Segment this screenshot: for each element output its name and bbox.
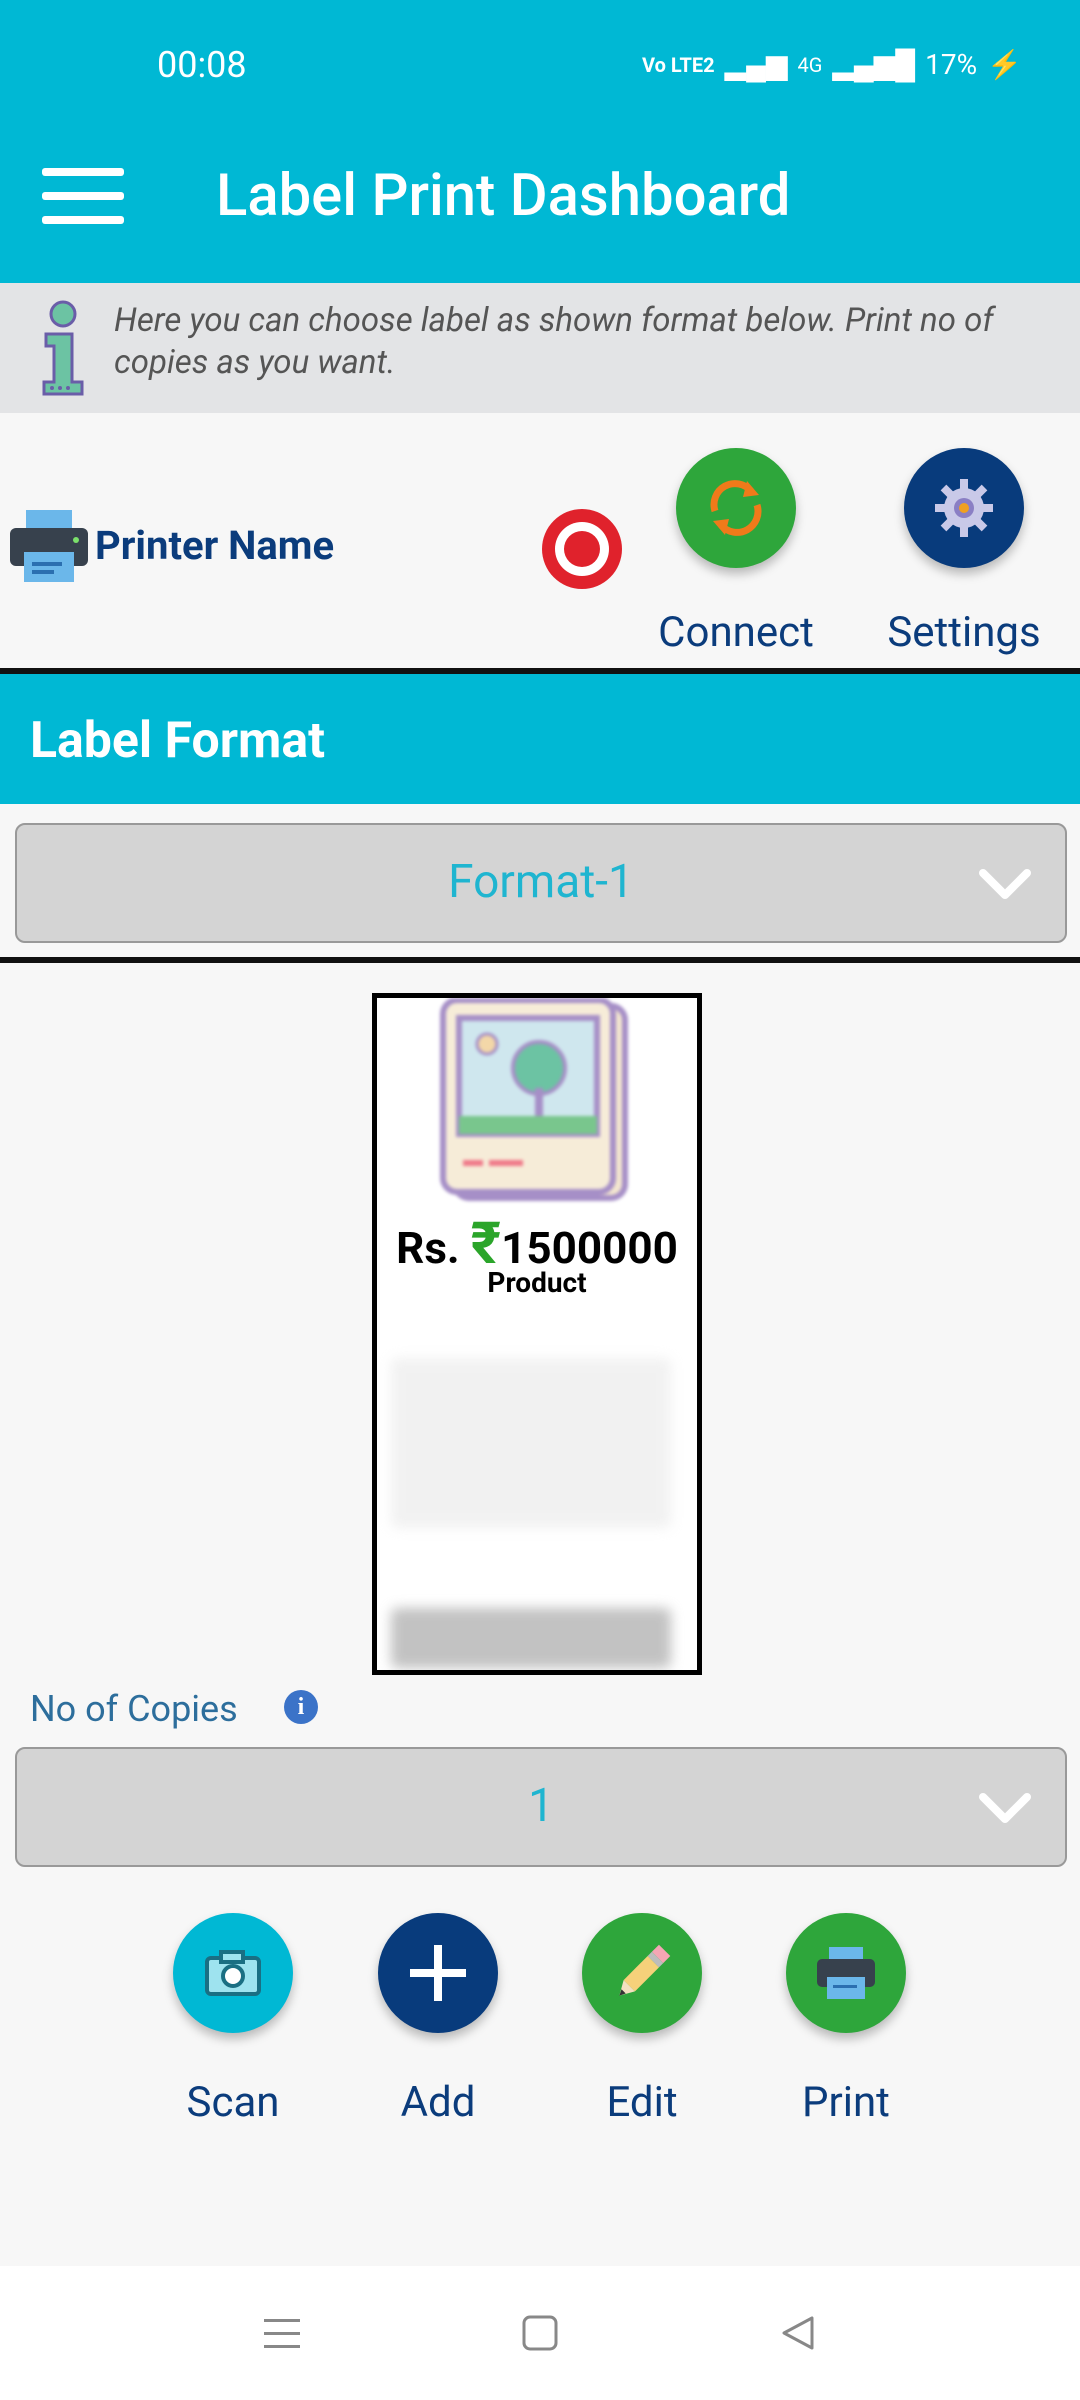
redacted-content	[391, 1358, 671, 1528]
format-select-value: Format-1	[448, 855, 634, 909]
chevron-down-icon	[979, 869, 1031, 899]
format-select[interactable]: Format-1	[15, 823, 1067, 943]
connect-label: Connect	[658, 608, 814, 657]
printer-name-label: Printer Name	[95, 522, 335, 569]
plus-icon	[410, 1945, 466, 2001]
settings-label: Settings	[887, 608, 1041, 657]
connect-button[interactable]	[676, 448, 796, 568]
copies-select[interactable]: 1	[15, 1747, 1067, 1867]
camera-icon	[205, 1950, 261, 1996]
divider	[0, 957, 1080, 963]
back-icon[interactable]	[778, 2314, 816, 2352]
settings-button[interactable]	[904, 448, 1024, 568]
print-label: Print	[802, 2078, 890, 2127]
home-icon[interactable]	[521, 2314, 559, 2352]
product-label: Product	[487, 1266, 587, 1299]
scan-button[interactable]	[173, 1913, 293, 2033]
printer-icon	[817, 1947, 875, 1999]
info-icon[interactable]: i	[284, 1690, 318, 1724]
page-title: Label Print Dashboard	[216, 162, 791, 230]
scan-label: Scan	[186, 2078, 280, 2127]
product-image-icon	[440, 998, 628, 1201]
chevron-down-icon	[979, 1793, 1031, 1823]
status-icons: Vo LTE2 ▂▄▆ 4G ▂▄▆█ 17% ⚡	[642, 48, 1022, 81]
redacted-barcode	[391, 1608, 671, 1668]
pencil-icon	[619, 1944, 671, 1996]
hamburger-menu-icon[interactable]	[42, 168, 124, 228]
signal-icon-2: ▂▄▆█	[832, 48, 916, 81]
battery-label: 17%	[925, 48, 978, 81]
recents-icon[interactable]	[262, 2316, 302, 2352]
add-button[interactable]	[378, 1913, 498, 2033]
refresh-icon	[710, 480, 762, 536]
status-time: 00:08	[157, 44, 247, 86]
edit-button[interactable]	[582, 1913, 702, 2033]
info-text: Here you can choose label as shown forma…	[114, 301, 994, 382]
charging-icon: ⚡	[987, 48, 1022, 81]
gear-icon	[935, 479, 993, 537]
network-label: Vo LTE2	[642, 52, 715, 77]
print-button[interactable]	[786, 1913, 906, 2033]
data-label: 4G	[797, 52, 823, 77]
app-header	[0, 0, 1080, 283]
printer-icon	[10, 510, 88, 582]
edit-label: Edit	[606, 2078, 678, 2127]
label-preview: Rs. ₹1500000 Product	[372, 993, 702, 1675]
copies-select-value: 1	[528, 1779, 554, 1833]
label-format-title: Label Format	[30, 712, 326, 770]
add-label: Add	[400, 2078, 476, 2127]
copies-label: No of Copies	[30, 1688, 238, 1730]
signal-icon: ▂▄▆	[724, 48, 788, 81]
connection-status-icon	[542, 509, 622, 589]
info-icon	[42, 300, 84, 396]
